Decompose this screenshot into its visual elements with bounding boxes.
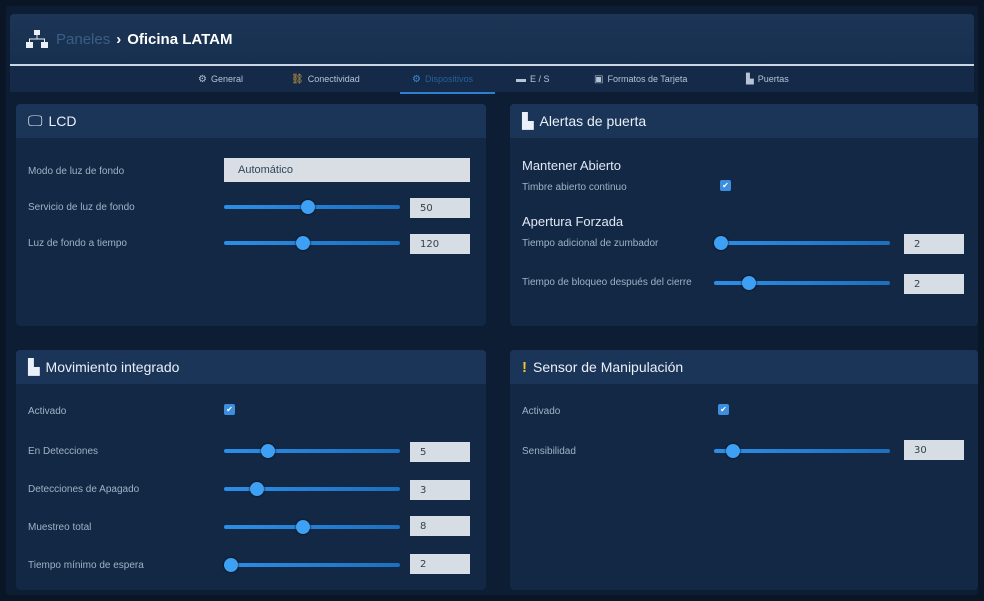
tamper-panel: ! Sensor de Manipulación Activado ✔ Sens… xyxy=(510,350,978,590)
off-detections-slider[interactable] xyxy=(224,482,400,496)
slider-handle[interactable] xyxy=(296,520,311,534)
checkmark-icon: ✔ xyxy=(226,404,233,414)
on-detections-label: En Detecciones xyxy=(28,446,99,457)
page-header: Paneles › Oficina LATAM xyxy=(10,14,974,64)
tab-devices[interactable]: ⚙ Dispositivos xyxy=(400,66,495,94)
on-detections-input[interactable]: 5 xyxy=(410,442,470,462)
motion-enabled-checkbox[interactable]: ✔ xyxy=(224,404,235,415)
motion-panel-header: ▙ Movimiento integrado xyxy=(16,350,486,384)
monitor-icon: 🖵 xyxy=(28,112,43,130)
gear-icon: ⚙ xyxy=(198,73,207,85)
extra-buzzer-label: Tiempo adicional de zumbador xyxy=(522,238,659,249)
slider-handle[interactable] xyxy=(714,236,728,250)
tab-doors[interactable]: ▙ Puertas xyxy=(746,66,789,92)
tab-bar: ⚙ General ⛓ Conectividad ⚙ Dispositivos … xyxy=(10,64,974,94)
card-icon: ▣ xyxy=(594,73,604,85)
motion-panel: ▙ Movimiento integrado Activado ✔ En Det… xyxy=(16,350,486,590)
breadcrumb-parent[interactable]: Paneles xyxy=(56,31,110,48)
tab-label: Formatos de Tarjeta xyxy=(607,74,688,84)
tamper-enabled-checkbox[interactable]: ✔ xyxy=(718,404,729,415)
panel-title: LCD xyxy=(48,113,77,129)
backlight-timeout-label: Luz de fondo a tiempo xyxy=(28,238,127,249)
cogs-icon: ⚙ xyxy=(412,73,421,85)
slider-handle[interactable] xyxy=(301,200,316,214)
tab-card-formats[interactable]: ▣ Formatos de Tarjeta xyxy=(594,66,687,92)
backlight-mode-label: Modo de luz de fondo xyxy=(28,166,125,177)
slider-handle[interactable] xyxy=(742,276,757,290)
tamper-enabled-label: Activado xyxy=(522,406,561,417)
min-wait-input[interactable]: 2 xyxy=(410,554,470,574)
page-title: Oficina LATAM xyxy=(127,30,233,48)
sensitivity-input[interactable]: 30 xyxy=(904,440,964,460)
tab-general[interactable]: ⚙ General xyxy=(198,66,243,92)
tab-label: E / S xyxy=(530,74,550,84)
network-icon: ⛓ xyxy=(291,73,304,85)
continuous-buzzer-checkbox[interactable]: ✔ xyxy=(720,180,731,191)
slider-handle[interactable] xyxy=(250,482,265,496)
slider-handle[interactable] xyxy=(261,444,275,458)
sensitivity-slider[interactable] xyxy=(714,444,890,458)
backlight-duty-label: Servicio de luz de fondo xyxy=(28,202,135,213)
min-wait-label: Tiempo mínimo de espera xyxy=(28,560,144,571)
checkmark-icon: ✔ xyxy=(720,404,727,414)
door-alerts-panel-header: ▙ Alertas de puerta xyxy=(510,104,978,138)
lock-time-label: Tiempo de bloqueo después del cierre xyxy=(522,277,692,288)
slider-handle[interactable] xyxy=(726,444,741,458)
backlight-timeout-input[interactable]: 120 xyxy=(410,234,470,254)
backlight-duty-slider[interactable] xyxy=(224,200,400,214)
io-icon: ▬ xyxy=(516,73,526,85)
slider-handle[interactable] xyxy=(224,558,238,572)
tamper-panel-header: ! Sensor de Manipulación xyxy=(510,350,978,384)
exclamation-icon: ! xyxy=(522,358,527,376)
held-open-heading: Mantener Abierto xyxy=(522,158,622,173)
door-icon: ▙ xyxy=(522,113,534,130)
motion-sensor-icon: ▙ xyxy=(28,359,40,376)
lock-time-input[interactable]: 2 xyxy=(904,274,964,294)
min-wait-slider[interactable] xyxy=(224,558,400,572)
panel-title: Movimiento integrado xyxy=(45,359,180,375)
forced-open-heading: Apertura Forzada xyxy=(522,214,624,229)
tab-label: General xyxy=(210,74,243,84)
door-alerts-panel: ▙ Alertas de puerta Mantener Abierto Tim… xyxy=(510,104,978,326)
tab-connectivity[interactable]: ⛓ Conectividad xyxy=(291,66,360,92)
total-sampling-input[interactable]: 8 xyxy=(410,516,470,536)
tab-io[interactable]: ▬ E / S xyxy=(516,66,550,92)
on-detections-slider[interactable] xyxy=(224,444,400,458)
tab-label: Conectividad xyxy=(307,74,360,84)
door-icon: ▙ xyxy=(746,73,754,85)
off-detections-label: Detecciones de Apagado xyxy=(28,484,140,495)
tab-label: Puertas xyxy=(757,74,789,84)
slider-handle[interactable] xyxy=(296,236,311,250)
checkmark-icon: ✔ xyxy=(722,180,729,190)
panel-title: Alertas de puerta xyxy=(539,113,647,129)
lcd-panel: 🖵 LCD Modo de luz de fondo Automático Se… xyxy=(16,104,486,326)
panel-title: Sensor de Manipulación xyxy=(533,359,684,375)
motion-enabled-label: Activado xyxy=(28,406,67,417)
lcd-panel-header: 🖵 LCD xyxy=(16,104,486,138)
total-sampling-slider[interactable] xyxy=(224,520,400,534)
continuous-buzzer-label: Timbre abierto continuo xyxy=(522,182,627,193)
backlight-timeout-slider[interactable] xyxy=(224,236,400,250)
breadcrumb-separator: › xyxy=(116,30,122,48)
network-icon xyxy=(26,30,48,48)
extra-buzzer-slider[interactable] xyxy=(714,236,890,250)
extra-buzzer-input[interactable]: 2 xyxy=(904,234,964,254)
off-detections-input[interactable]: 3 xyxy=(410,480,470,500)
sensitivity-label: Sensibilidad xyxy=(522,446,576,457)
backlight-mode-select[interactable]: Automático xyxy=(224,158,470,182)
backlight-duty-input[interactable]: 50 xyxy=(410,198,470,218)
lock-time-slider[interactable] xyxy=(714,276,890,290)
total-sampling-label: Muestreo total xyxy=(28,522,92,533)
tab-label: Dispositivos xyxy=(424,74,473,84)
